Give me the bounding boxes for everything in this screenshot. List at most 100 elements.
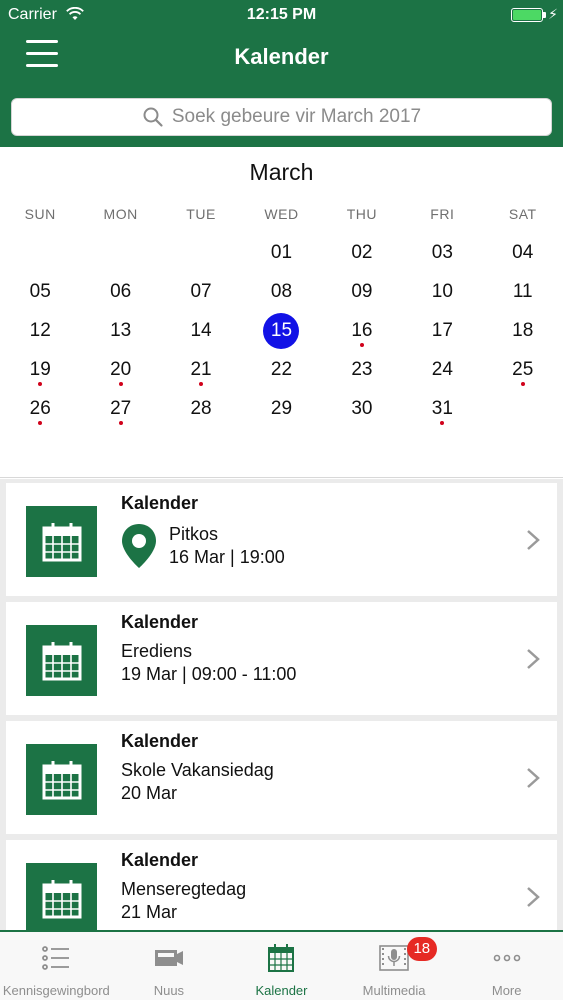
- chevron-right-icon: [527, 530, 540, 550]
- weekday-label: SAT: [508, 206, 537, 222]
- month-calendar: March SUN MON TUE WED THU FRI SAT 01 02 03…: [0, 147, 563, 478]
- day-cell[interactable]: 09: [322, 272, 402, 311]
- day-cell[interactable]: 06: [80, 272, 160, 311]
- tab-label: More: [491, 983, 522, 998]
- navigation-bar: Kalender: [0, 30, 563, 90]
- event-dot-indicator: [118, 421, 123, 425]
- event-details: Erediens 19 Mar | 09:00 - 11:00: [121, 640, 296, 686]
- day-cell[interactable]: 16: [322, 311, 402, 350]
- day-number: 04: [512, 242, 534, 263]
- empty-day-cell: [0, 233, 80, 272]
- calendar-icon: [26, 863, 97, 931]
- day-cell[interactable]: 03: [402, 233, 482, 272]
- event-dot-indicator: [440, 421, 445, 425]
- day-cell[interactable]: 25: [483, 350, 563, 389]
- event-title: Skole Vakansiedag: [121, 760, 274, 780]
- event-dot-indicator: [199, 382, 204, 386]
- search-input[interactable]: Soek gebeure vir March 2017: [11, 98, 552, 136]
- tab-multimedia[interactable]: 18 Multimedia: [338, 932, 451, 1000]
- event-card[interactable]: Kalender Pitkos 16 Mar | 19:00: [6, 483, 557, 596]
- day-number: 29: [270, 398, 293, 419]
- tab-more[interactable]: More: [450, 932, 563, 1000]
- event-title: Erediens: [121, 641, 193, 661]
- day-cell[interactable]: 13: [80, 311, 160, 350]
- day-number: 09: [351, 281, 373, 302]
- weekday-label: FRI: [430, 206, 455, 222]
- day-cell[interactable]: 29: [241, 389, 321, 428]
- weekday-label: SUN: [24, 206, 56, 222]
- event-card[interactable]: Kalender Erediens 19 Mar | 09:00 - 11:00: [6, 602, 557, 715]
- day-number: 21: [190, 359, 212, 380]
- list-icon: [42, 946, 70, 970]
- day-number: 28: [190, 398, 212, 419]
- day-cell[interactable]: 20: [80, 350, 160, 389]
- day-cell[interactable]: 12: [0, 311, 80, 350]
- day-number: 15: [263, 313, 300, 349]
- day-number: 05: [29, 281, 51, 302]
- selected-day-cell[interactable]: 15: [241, 311, 321, 350]
- event-details: Skole Vakansiedag 20 Mar: [121, 759, 274, 805]
- battery-icon: [511, 8, 543, 22]
- day-cell[interactable]: 19: [0, 350, 80, 389]
- day-cell[interactable]: 26: [0, 389, 80, 428]
- day-number: 17: [431, 320, 453, 341]
- day-number: 18: [512, 320, 534, 341]
- day-number: 13: [110, 320, 132, 341]
- event-details: Menseregtedag 21 Mar: [121, 878, 246, 924]
- day-cell[interactable]: 05: [0, 272, 80, 311]
- day-cell[interactable]: 28: [161, 389, 241, 428]
- day-cell[interactable]: 02: [322, 233, 402, 272]
- day-cell[interactable]: 24: [402, 350, 482, 389]
- event-category: Kalender: [121, 850, 199, 870]
- weekday-label: WED: [264, 206, 299, 222]
- tab-kalender[interactable]: Kalender: [225, 932, 338, 1000]
- month-title: March: [249, 159, 314, 185]
- event-category: Kalender: [121, 493, 199, 513]
- search-icon: [143, 107, 163, 127]
- event-dot-indicator: [520, 382, 525, 386]
- day-cell[interactable]: 21: [161, 350, 241, 389]
- day-number: 06: [110, 281, 132, 302]
- event-dot-indicator: [359, 343, 364, 347]
- news-camera-icon: [154, 950, 183, 966]
- day-number: 24: [431, 359, 453, 380]
- day-number: 12: [29, 320, 51, 341]
- day-cell[interactable]: 01: [241, 233, 321, 272]
- day-cell[interactable]: 14: [161, 311, 241, 350]
- weekday-label: MON: [103, 206, 138, 222]
- event-time: 16 Mar | 19:00: [169, 547, 285, 567]
- calendar-icon: [268, 944, 295, 972]
- day-number: 03: [431, 242, 453, 263]
- day-cell[interactable]: 10: [402, 272, 482, 311]
- event-card[interactable]: Kalender Menseregtedag 21 Mar: [6, 840, 557, 931]
- day-cell[interactable]: 07: [161, 272, 241, 311]
- day-number: 02: [351, 242, 373, 263]
- day-number: 30: [351, 398, 373, 419]
- day-number: 26: [29, 398, 51, 419]
- day-cell[interactable]: 22: [241, 350, 321, 389]
- day-cell[interactable]: 23: [322, 350, 402, 389]
- day-cell[interactable]: 17: [402, 311, 482, 350]
- event-dot-indicator: [118, 382, 123, 386]
- status-time: 12:15 PM: [246, 6, 317, 23]
- day-cell[interactable]: 04: [483, 233, 563, 272]
- event-card[interactable]: Kalender Skole Vakansiedag 20 Mar: [6, 721, 557, 834]
- event-time: 19 Mar | 09:00 - 11:00: [121, 664, 297, 684]
- tab-nuus[interactable]: Nuus: [113, 932, 226, 1000]
- charging-bolt-icon: ⚡: [548, 6, 558, 22]
- day-cell[interactable]: 30: [322, 389, 402, 428]
- tab-label: Multimedia: [362, 983, 426, 998]
- day-number: 14: [190, 320, 212, 341]
- status-bar: Carrier 12:15 PM ⚡: [0, 0, 563, 30]
- battery-tip: [543, 12, 546, 18]
- day-cell[interactable]: 18: [483, 311, 563, 350]
- event-time: 21 Mar: [121, 902, 178, 922]
- chevron-right-icon: [527, 768, 540, 788]
- day-number: 07: [190, 281, 212, 302]
- day-cell[interactable]: 31: [402, 389, 482, 428]
- tab-kennisgewingbord[interactable]: Kennisgewingbord: [0, 932, 113, 1000]
- day-cell[interactable]: 27: [80, 389, 160, 428]
- more-dots-icon: [493, 954, 520, 962]
- day-cell[interactable]: 08: [241, 272, 321, 311]
- day-cell[interactable]: 11: [483, 272, 563, 311]
